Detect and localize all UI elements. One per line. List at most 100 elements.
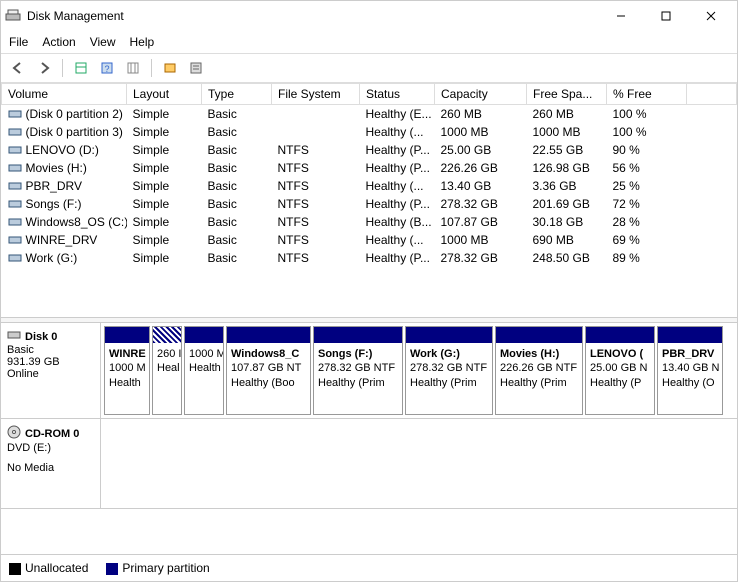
partition[interactable]: Windows8_C107.87 GB NTHealthy (Boo — [226, 326, 311, 415]
help-button[interactable]: ? — [96, 57, 118, 79]
partition[interactable]: Songs (F:)278.32 GB NTFHealthy (Prim — [313, 326, 403, 415]
disk-size: 931.39 GB — [7, 356, 94, 368]
refresh-button[interactable] — [70, 57, 92, 79]
cell-status: Healthy (B... — [360, 213, 435, 231]
menu-view[interactable]: View — [90, 35, 116, 49]
cell-status: Healthy (P... — [360, 141, 435, 159]
disk-label[interactable]: Disk 0 Basic 931.39 GB Online — [1, 323, 101, 418]
table-row[interactable]: Work (G:)SimpleBasicNTFSHealthy (P...278… — [2, 249, 737, 267]
cell-free: 126.98 GB — [527, 159, 607, 177]
toolbar-separator — [62, 59, 63, 77]
disk-icon — [7, 329, 21, 344]
maximize-button[interactable] — [643, 1, 688, 31]
partition-name: LENOVO ( — [590, 347, 650, 361]
partition[interactable]: 260 IHeal — [152, 326, 182, 415]
cell-free: 690 MB — [527, 231, 607, 249]
table-row[interactable]: (Disk 0 partition 2)SimpleBasicHealthy (… — [2, 105, 737, 124]
disk-label[interactable]: CD-ROM 0 DVD (E:) No Media — [1, 419, 101, 508]
table-row[interactable]: Movies (H:)SimpleBasicNTFSHealthy (P...2… — [2, 159, 737, 177]
table-row[interactable]: LENOVO (D:)SimpleBasicNTFSHealthy (P...2… — [2, 141, 737, 159]
cell-type: Basic — [202, 177, 272, 195]
cell-type: Basic — [202, 249, 272, 267]
partition-header — [658, 327, 722, 343]
cdrom-name: CD-ROM 0 — [25, 428, 79, 440]
cell-type: Basic — [202, 123, 272, 141]
menu-action[interactable]: Action — [42, 35, 75, 49]
volume-name: Windows8_OS (C:) — [26, 215, 127, 229]
menu-file[interactable]: File — [9, 35, 28, 49]
table-row[interactable]: WINRE_DRVSimpleBasicNTFSHealthy (...1000… — [2, 231, 737, 249]
cell-status: Healthy (P... — [360, 249, 435, 267]
volume-icon — [8, 108, 22, 120]
partition[interactable]: 1000 MHealth — [184, 326, 224, 415]
partition-status: Healthy (Prim — [410, 376, 488, 390]
cell-free: 201.69 GB — [527, 195, 607, 213]
cell-fs: NTFS — [272, 159, 360, 177]
partition-name: Movies (H:) — [500, 347, 578, 361]
table-row[interactable]: PBR_DRVSimpleBasicNTFSHealthy (...13.40 … — [2, 177, 737, 195]
cell-fs: NTFS — [272, 213, 360, 231]
partition-size: 1000 M — [189, 347, 219, 361]
cell-layout: Simple — [127, 195, 202, 213]
table-row[interactable]: Windows8_OS (C:)SimpleBasicNTFSHealthy (… — [2, 213, 737, 231]
partition[interactable]: Work (G:)278.32 GB NTFHealthy (Prim — [405, 326, 493, 415]
cell-free: 30.18 GB — [527, 213, 607, 231]
partition-status: Healthy (Boo — [231, 376, 306, 390]
forward-button[interactable] — [33, 57, 55, 79]
partition-header — [227, 327, 310, 343]
menubar: File Action View Help — [1, 31, 737, 54]
cell-capacity: 107.87 GB — [435, 213, 527, 231]
partition-size: 260 I — [157, 347, 177, 361]
cell-pct: 69 % — [607, 231, 687, 249]
column-header[interactable]: Volume — [2, 84, 127, 105]
partition-name: Work (G:) — [410, 347, 488, 361]
partition[interactable]: WINRE1000 MHealth — [104, 326, 150, 415]
props-button[interactable] — [185, 57, 207, 79]
partition-header — [314, 327, 402, 343]
partition[interactable]: PBR_DRV13.40 GB NHealthy (O — [657, 326, 723, 415]
cell-free: 3.36 GB — [527, 177, 607, 195]
partition-size: 226.26 GB NTF — [500, 361, 578, 375]
action-button[interactable] — [159, 57, 181, 79]
cell-pct: 72 % — [607, 195, 687, 213]
table-row[interactable]: Songs (F:)SimpleBasicNTFSHealthy (P...27… — [2, 195, 737, 213]
legend-unallocated: Unallocated — [9, 561, 88, 575]
close-button[interactable] — [688, 1, 733, 31]
cell-layout: Simple — [127, 177, 202, 195]
partition[interactable]: Movies (H:)226.26 GB NTFHealthy (Prim — [495, 326, 583, 415]
cell-fs — [272, 105, 360, 124]
cell-pct: 25 % — [607, 177, 687, 195]
partition-status: Healthy (P — [590, 376, 650, 390]
cell-layout: Simple — [127, 105, 202, 124]
column-header-row[interactable]: VolumeLayoutTypeFile SystemStatusCapacit… — [2, 84, 737, 105]
partition-status: Healthy (Prim — [500, 376, 578, 390]
table-row[interactable]: (Disk 0 partition 3)SimpleBasicHealthy (… — [2, 123, 737, 141]
settings-button[interactable] — [122, 57, 144, 79]
column-header[interactable]: Status — [360, 84, 435, 105]
volume-name: Work (G:) — [26, 251, 78, 265]
partition-header — [406, 327, 492, 343]
legend: Unallocated Primary partition — [1, 554, 737, 581]
partition[interactable]: LENOVO (25.00 GB NHealthy (P — [585, 326, 655, 415]
graphical-view: Disk 0 Basic 931.39 GB Online WINRE1000 … — [1, 323, 737, 554]
column-header[interactable]: Free Spa... — [527, 84, 607, 105]
cell-pct: 100 % — [607, 123, 687, 141]
column-header[interactable]: Capacity — [435, 84, 527, 105]
partition-size: 25.00 GB N — [590, 361, 650, 375]
menu-help[interactable]: Help — [130, 35, 155, 49]
column-header[interactable]: File System — [272, 84, 360, 105]
minimize-button[interactable] — [598, 1, 643, 31]
disk-type: Basic — [7, 344, 94, 356]
column-header[interactable]: Layout — [127, 84, 202, 105]
cell-type: Basic — [202, 141, 272, 159]
cell-capacity: 13.40 GB — [435, 177, 527, 195]
cell-layout: Simple — [127, 213, 202, 231]
app-icon — [5, 8, 21, 24]
volume-icon — [8, 198, 22, 210]
column-header[interactable]: % Free — [607, 84, 687, 105]
volume-icon — [8, 180, 22, 192]
partition-status: Healthy (O — [662, 376, 718, 390]
back-button[interactable] — [7, 57, 29, 79]
column-header[interactable]: Type — [202, 84, 272, 105]
partition-name: WINRE — [109, 347, 145, 361]
